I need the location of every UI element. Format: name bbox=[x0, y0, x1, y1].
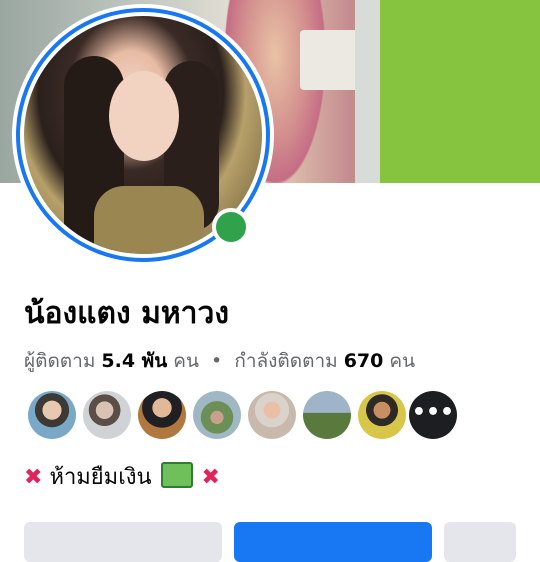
friend-avatar[interactable] bbox=[303, 391, 351, 439]
following-label: กำลังติดตาม bbox=[234, 350, 338, 372]
cross-mark-icon: ✖ bbox=[24, 465, 43, 490]
followers-label: ผู้ติดตาม bbox=[24, 350, 96, 372]
following-count[interactable]: 670 bbox=[344, 350, 384, 372]
followers-unit: คน bbox=[173, 350, 199, 372]
friend-avatar[interactable] bbox=[138, 391, 186, 439]
avatar-face bbox=[109, 71, 179, 161]
more-friends-button[interactable]: ••• bbox=[409, 391, 457, 439]
money-icon bbox=[160, 462, 193, 488]
followers-count[interactable]: 5.4 พัน bbox=[101, 350, 167, 372]
bio-text: ห้ามยืมเงิน bbox=[49, 465, 152, 490]
friend-avatar[interactable] bbox=[83, 391, 131, 439]
cross-mark-icon: ✖ bbox=[201, 465, 220, 490]
message-button[interactable] bbox=[234, 522, 432, 562]
follow-stats: ผู้ติดตาม 5.4 พัน คน • กำลังติดตาม 670 ค… bbox=[24, 346, 415, 376]
avatar-clothing bbox=[94, 186, 204, 254]
friend-avatar[interactable] bbox=[28, 391, 76, 439]
profile-name: น้องแตง มหาวง bbox=[24, 296, 229, 331]
cover-shelf bbox=[300, 30, 360, 90]
friend-avatar[interactable] bbox=[358, 391, 406, 439]
online-status-dot bbox=[212, 208, 250, 246]
add-friend-button[interactable] bbox=[24, 522, 222, 562]
cover-door bbox=[355, 0, 383, 183]
following-unit: คน bbox=[389, 350, 416, 372]
friend-avatar[interactable] bbox=[248, 391, 296, 439]
more-options-button[interactable] bbox=[444, 522, 516, 562]
stats-separator: • bbox=[211, 350, 223, 372]
profile-bio: ✖ ห้ามยืมเงิน ✖ bbox=[24, 459, 220, 494]
cover-wall bbox=[380, 0, 540, 183]
friend-avatar[interactable] bbox=[193, 391, 241, 439]
